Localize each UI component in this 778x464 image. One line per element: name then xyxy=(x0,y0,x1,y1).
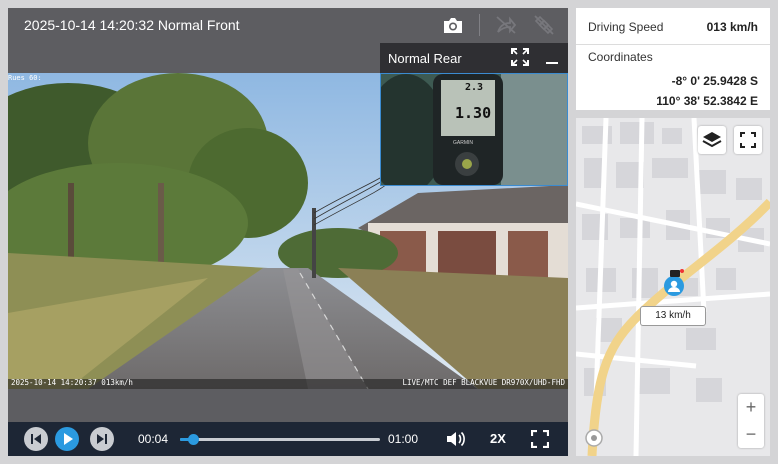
seek-bar[interactable] xyxy=(180,434,380,445)
panel-divider xyxy=(576,44,770,45)
fullscreen-icon[interactable] xyxy=(530,429,550,453)
header-divider xyxy=(479,14,480,36)
play-icon xyxy=(64,433,73,445)
skip-forward-icon xyxy=(97,434,107,444)
telemetry-panel: Driving Speed 013 km/h Coordinates -8° 0… xyxy=(576,8,770,110)
rear-camera-pip[interactable]: Normal Rear GARMIN 2.3 1.30 xyxy=(380,43,568,186)
map-view[interactable]: 13 km/h + − xyxy=(576,118,770,456)
map-speed-tag: 13 km/h xyxy=(640,306,706,326)
video-overlay-top-text: Rues 60: xyxy=(8,74,42,82)
pip-title: Normal Rear xyxy=(388,51,462,66)
player-header: 2025-10-14 14:20:32 Normal Front xyxy=(8,8,568,42)
video-overlay-device: LIVE/MTC DEF BLACKVUE DR970X/UHD-FHD xyxy=(402,378,565,387)
zoom-out-button[interactable]: − xyxy=(738,421,764,448)
gauge-top-value: 2.3 xyxy=(465,82,484,93)
playback-rate-button[interactable]: 2X xyxy=(490,431,506,446)
volume-icon[interactable] xyxy=(445,429,467,454)
video-player: 2025-10-14 14:20:32 Normal Front Rues 60… xyxy=(8,8,568,456)
share-icon[interactable] xyxy=(494,14,518,36)
satellite-icon[interactable] xyxy=(532,14,556,36)
driving-speed-value: 013 km/h xyxy=(706,20,758,34)
rear-camera-frame: GARMIN 2.3 1.30 xyxy=(380,73,568,186)
gauge-bottom-value: 1.30 xyxy=(455,104,492,122)
expand-icon[interactable] xyxy=(510,47,530,72)
current-time: 00:04 xyxy=(138,432,169,446)
layers-icon xyxy=(702,132,722,148)
zoom-in-button[interactable]: + xyxy=(738,394,764,421)
longitude-value: 110° 38' 52.3842 E xyxy=(656,94,758,108)
map-fullscreen-button[interactable] xyxy=(734,126,762,154)
duration-time: 01:00 xyxy=(388,432,419,446)
previous-button[interactable] xyxy=(24,427,48,451)
latitude-value: -8° 0' 25.9428 S xyxy=(671,74,758,88)
video-title: 2025-10-14 14:20:32 Normal Front xyxy=(24,17,240,33)
seek-handle[interactable] xyxy=(188,434,200,445)
pip-header: Normal Rear xyxy=(380,43,568,73)
gauge-brand: GARMIN xyxy=(453,140,473,146)
minimize-icon[interactable] xyxy=(544,47,560,72)
video-overlay-timestamp: 2025-10-14 14:20:37 013km/h xyxy=(11,378,133,387)
coordinates-label: Coordinates xyxy=(588,50,653,64)
next-button[interactable] xyxy=(90,427,114,451)
driving-speed-label: Driving Speed xyxy=(588,20,664,34)
layers-button[interactable] xyxy=(698,126,726,154)
playback-controls: 00:04 01:00 2X xyxy=(8,422,568,456)
play-button[interactable] xyxy=(55,427,79,451)
camera-icon[interactable] xyxy=(441,14,465,36)
skip-back-icon xyxy=(31,434,41,444)
map-fullscreen-icon xyxy=(740,132,756,148)
map-logo-icon xyxy=(584,428,604,453)
zoom-controls: + − xyxy=(738,394,764,448)
